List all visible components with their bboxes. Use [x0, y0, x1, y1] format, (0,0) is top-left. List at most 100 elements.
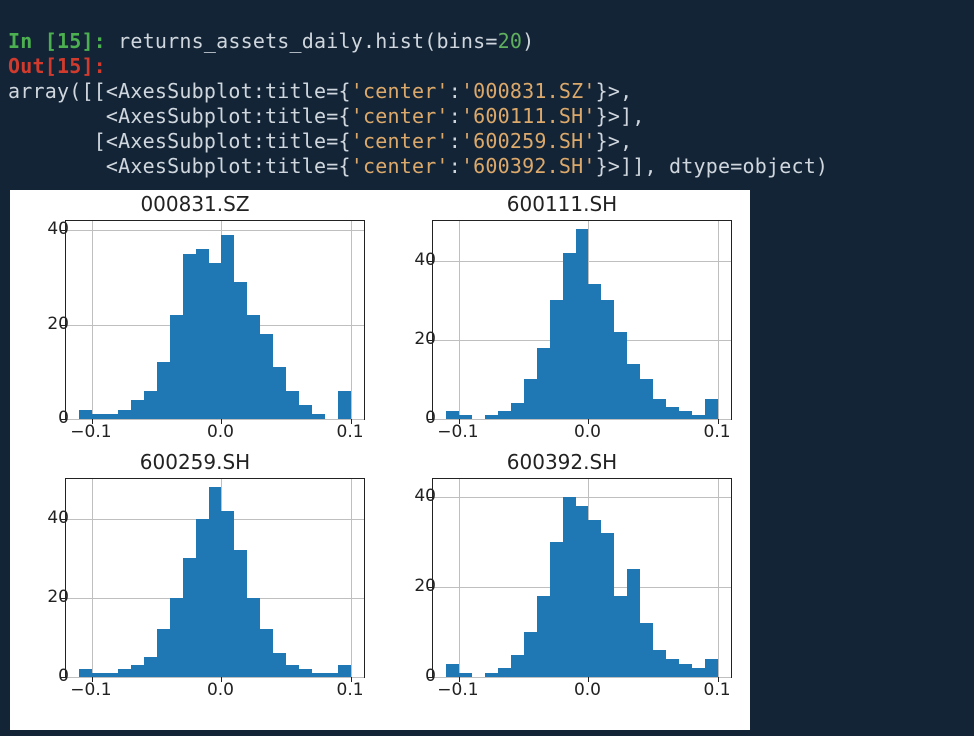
- xtick-label: 0.1: [704, 680, 731, 700]
- subplot-title: 000831.SZ: [15, 192, 375, 216]
- histogram-bar: [459, 415, 472, 419]
- histogram-bar: [485, 673, 498, 678]
- gridline: [66, 419, 364, 420]
- histogram-bar: [653, 650, 666, 677]
- histogram-bar: [588, 284, 601, 419]
- ytick-label: 0: [29, 666, 69, 686]
- gridline: [433, 677, 731, 678]
- histogram-bar: [550, 300, 563, 419]
- histogram-bar: [446, 664, 459, 678]
- histogram-bar: [157, 629, 170, 677]
- xtick-label: 0.1: [704, 422, 731, 442]
- histogram-bar: [692, 415, 705, 419]
- repr-str: 'center': [351, 129, 449, 153]
- subplot-600392.SH: 600392.SH02040−0.10.00.1: [382, 448, 742, 708]
- histogram-bar: [286, 665, 299, 677]
- xtick-label: 0.1: [337, 680, 364, 700]
- subplot-title: 600392.SH: [382, 450, 742, 474]
- xtick-label: 0.0: [574, 680, 601, 700]
- input-prompt: In [15]:: [8, 29, 118, 53]
- histogram-bar: [131, 665, 144, 677]
- histogram-bar: [260, 334, 273, 419]
- histogram-bar: [653, 399, 666, 419]
- histogram-bar: [537, 596, 550, 677]
- repr-line: <AxesSubplot:title={: [8, 154, 351, 178]
- histogram-bar: [260, 629, 273, 677]
- histogram-bar: [312, 414, 325, 419]
- histogram-bar: [79, 410, 92, 419]
- gridline: [718, 221, 719, 419]
- repr-line: <AxesSubplot:title={: [8, 104, 351, 128]
- repr-str: 'center': [351, 154, 449, 178]
- ytick-label: 40: [29, 508, 69, 528]
- gridline: [66, 677, 364, 678]
- repr-str: '600111.SH': [461, 104, 596, 128]
- histogram-bar: [170, 598, 183, 677]
- histogram-bar: [576, 506, 589, 677]
- repr-line: array([[<AxesSubplot:title={: [8, 79, 351, 103]
- histogram-bar: [209, 263, 222, 419]
- histogram-bar: [183, 558, 196, 677]
- histogram-bar: [105, 414, 118, 419]
- histogram-bar: [666, 407, 679, 419]
- repr-line: }>,: [596, 129, 633, 153]
- histogram-bar: [627, 364, 640, 419]
- histogram-bar: [511, 403, 524, 419]
- histogram-bar: [524, 632, 537, 677]
- histogram-bar: [485, 415, 498, 419]
- repr-colon: :: [449, 154, 461, 178]
- jupyter-cell: In [15]: returns_assets_daily.hist(bins=…: [0, 0, 974, 181]
- gridline: [459, 479, 460, 677]
- xtick-label: −0.1: [70, 422, 111, 442]
- histogram-bar: [157, 362, 170, 419]
- histogram-bar: [209, 487, 222, 677]
- repr-line: }>]], dtype=object): [596, 154, 829, 178]
- repr-colon: :: [449, 129, 461, 153]
- repr-colon: :: [449, 104, 461, 128]
- ytick-label: 20: [396, 576, 436, 596]
- xtick-label: 0.1: [337, 422, 364, 442]
- histogram-bar: [221, 235, 234, 419]
- gridline: [433, 419, 731, 420]
- code-bins: 20: [498, 29, 522, 53]
- histogram-bar: [131, 400, 144, 419]
- histogram-bar: [679, 664, 692, 678]
- histogram-bar: [588, 520, 601, 678]
- histogram-bar: [705, 659, 718, 677]
- repr-str: '600392.SH': [461, 154, 596, 178]
- histogram-bar: [601, 300, 614, 419]
- histogram-bar: [183, 254, 196, 419]
- repr-str: 'center': [351, 79, 449, 103]
- histogram-bar: [118, 669, 131, 677]
- gridline: [66, 230, 364, 231]
- histogram-bar: [705, 399, 718, 419]
- histogram-bar: [563, 497, 576, 677]
- histogram-bar: [273, 367, 286, 419]
- histogram-bar: [338, 665, 351, 677]
- histogram-bar: [627, 569, 640, 677]
- gridline: [459, 221, 460, 419]
- subplot-title: 600259.SH: [15, 450, 375, 474]
- histogram-bar: [234, 550, 247, 677]
- histogram-bar: [196, 519, 209, 677]
- repr-str: 'center': [351, 104, 449, 128]
- histogram-bar: [79, 669, 92, 677]
- ytick-label: 0: [396, 666, 436, 686]
- histogram-bar: [273, 653, 286, 677]
- repr-line: [<AxesSubplot:title={: [8, 129, 351, 153]
- subplot-000831.SZ: 000831.SZ02040−0.10.00.1: [15, 190, 375, 450]
- histogram-bar: [299, 669, 312, 677]
- ytick-label: 40: [396, 486, 436, 506]
- histogram-figure: 000831.SZ02040−0.10.00.1600111.SH02040−0…: [10, 190, 750, 730]
- histogram-bar: [511, 655, 524, 678]
- histogram-bar: [92, 414, 105, 419]
- histogram-bar: [446, 411, 459, 419]
- histogram-bar: [325, 673, 338, 677]
- ytick-label: 0: [396, 408, 436, 428]
- gridline: [92, 479, 93, 677]
- repr-str: '600259.SH': [461, 129, 596, 153]
- histogram-bar: [234, 282, 247, 419]
- histogram-bar: [312, 673, 325, 677]
- axes: [65, 220, 365, 420]
- xtick-label: 0.0: [207, 422, 234, 442]
